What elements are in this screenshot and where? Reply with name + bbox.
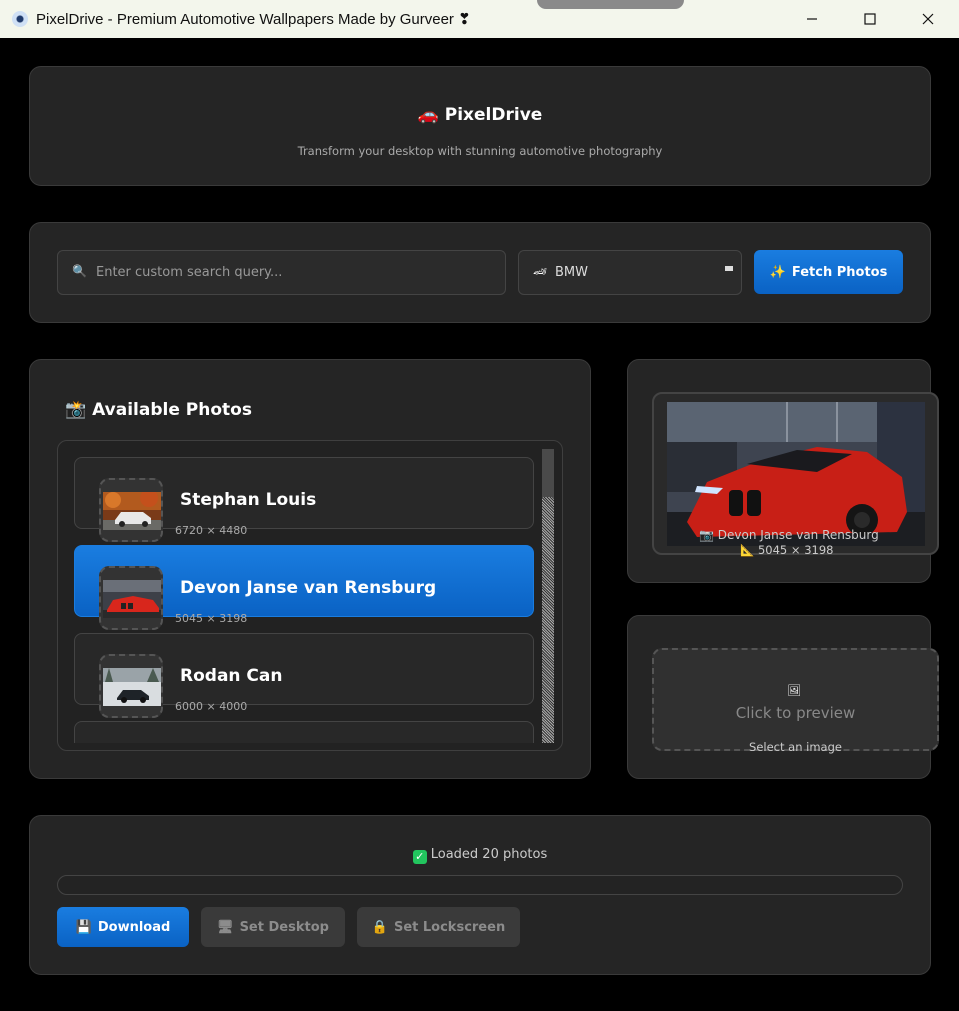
progress-bar — [57, 875, 903, 895]
set-lockscreen-label: Set Lockscreen — [393, 919, 506, 935]
close-button[interactable] — [899, 0, 957, 38]
photo-list-item-partial[interactable] — [74, 721, 534, 743]
preview-placeholder[interactable]: 🖼 Click to preview Select an image — [652, 648, 939, 754]
photographer-name: Stephan Louis — [180, 490, 317, 510]
actions-panel: ✓ Loaded 20 photos — [29, 815, 931, 975]
thumbnail-red-bmw — [103, 580, 161, 618]
download-label: Download — [97, 919, 171, 935]
photographer-name: Rodan Can — [180, 666, 283, 686]
snap-handle[interactable] — [537, 0, 684, 9]
preview-resolution-value: 5045 × 3198 — [757, 543, 834, 557]
check-icon: ✓ — [412, 850, 427, 864]
camera-flash-icon: 📸 — [65, 400, 87, 420]
scrollbar-thumb[interactable] — [542, 449, 554, 497]
thumbnail-white-bmw-autumn — [103, 492, 161, 530]
photo-resolution: 5045 × 3198 — [175, 612, 248, 625]
car-icon: 🚗 — [417, 105, 439, 125]
minimize-icon — [807, 18, 817, 20]
status-text: Loaded 20 photos — [430, 847, 548, 862]
download-button[interactable]: 💾 Download — [57, 907, 189, 947]
set-desktop-label: Set Desktop — [239, 919, 329, 935]
set-desktop-button[interactable]: 🖥 Set Desktop — [201, 907, 345, 947]
app-icon — [12, 11, 28, 27]
photo-list-item-selected[interactable]: Devon Janse van Rensburg 5045 × 3198 — [74, 545, 534, 630]
preview-frame[interactable]: 📷 Devon Janse van Rensburg 📐 5045 × 3198 — [652, 392, 939, 557]
photo-list-item[interactable]: Rodan Can 6000 × 4000 — [74, 633, 534, 718]
photo-list-item[interactable]: Stephan Louis 6720 × 4480 — [74, 457, 534, 542]
dropdown-arrow-icon — [725, 266, 733, 271]
header-panel: 🚗 PixelDrive Transform your desktop with… — [29, 66, 931, 186]
camera-icon: 📷 — [699, 528, 714, 542]
brand-select-value: BMW — [555, 265, 588, 280]
photo-resolution: 6720 × 4480 — [175, 524, 248, 537]
floppy-disk-icon: 💾 — [75, 919, 92, 935]
photo-thumbnail — [99, 478, 163, 542]
search-input[interactable]: 🔍 Enter custom search query... — [57, 250, 506, 295]
photo-thumbnail — [99, 654, 163, 718]
preview-image-red-bmw — [667, 402, 925, 546]
set-lockscreen-button[interactable]: 🔒 Set Lockscreen — [357, 907, 520, 947]
fetch-photos-button[interactable]: ✨ Fetch Photos — [754, 250, 903, 294]
race-car-icon: 🏎 — [533, 265, 547, 278]
minimize-button[interactable] — [783, 0, 841, 38]
photos-heading-label: Available Photos — [92, 400, 252, 420]
photo-thumbnail — [99, 566, 163, 630]
app-subtitle: Transform your desktop with stunning aut… — [297, 144, 663, 158]
photo-resolution: 6000 × 4000 — [175, 700, 248, 713]
preview-photographer: 📷 Devon Janse van Rensburg — [699, 528, 879, 542]
window-title: PixelDrive - Premium Automotive Wallpape… — [36, 11, 471, 28]
fetch-photos-label: Fetch Photos — [791, 264, 888, 280]
maximize-button[interactable] — [841, 0, 899, 38]
search-icon: 🔍 — [72, 264, 87, 278]
sparkles-icon: ✨ — [769, 264, 786, 280]
brand-select[interactable]: 🏎 BMW — [518, 250, 742, 295]
maximize-icon — [864, 13, 876, 25]
photographer-name: Devon Janse van Rensburg — [180, 578, 437, 598]
ruler-icon: 📐 — [740, 543, 755, 557]
close-icon — [922, 13, 934, 25]
app-title: PixelDrive — [444, 105, 543, 125]
status-line: ✓ Loaded 20 photos — [30, 847, 930, 864]
preview-photographer-name: Devon Janse van Rensburg — [717, 528, 879, 542]
placeholder-subtitle: Select an image — [749, 740, 842, 754]
preview-resolution: 📐 5045 × 3198 — [740, 543, 833, 557]
thumbnail-black-car-snow — [103, 668, 161, 706]
lock-icon: 🔒 — [371, 919, 388, 935]
desktop-computer-icon: 🖥 — [217, 919, 234, 935]
app-heading: 🚗 PixelDrive — [30, 105, 930, 125]
photos-heading: 📸 Available Photos — [65, 400, 252, 420]
window-titlebar: PixelDrive - Premium Automotive Wallpape… — [0, 0, 959, 38]
placeholder-title: Click to preview — [735, 704, 856, 722]
search-placeholder: Enter custom search query... — [96, 265, 283, 280]
